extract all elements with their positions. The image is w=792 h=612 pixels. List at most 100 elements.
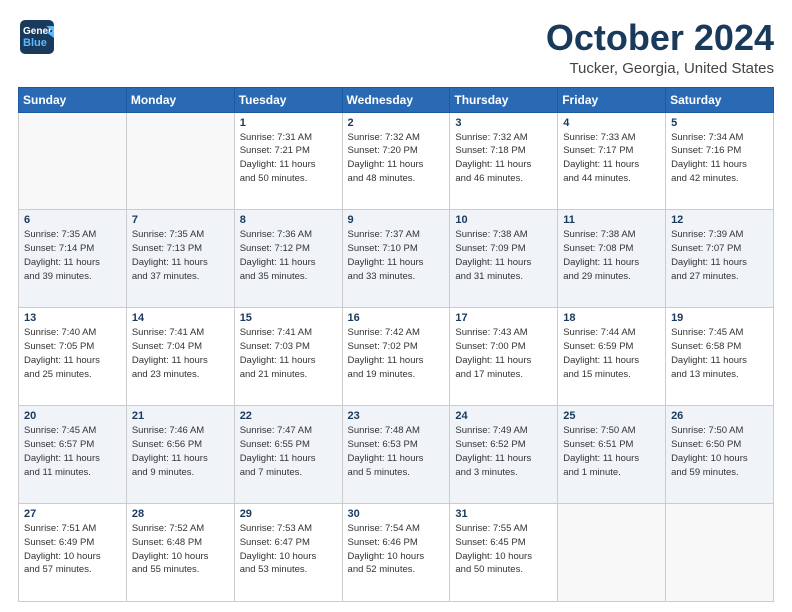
day-info: Sunrise: 7:38 AM Sunset: 7:09 PM Dayligh… — [455, 228, 552, 283]
day-number: 19 — [671, 312, 768, 324]
day-number: 3 — [455, 117, 552, 129]
calendar-cell: 30 Sunrise: 7:54 AM Sunset: 6:46 PM Dayli… — [342, 504, 450, 602]
day-info: Sunrise: 7:41 AM Sunset: 7:04 PM Dayligh… — [132, 326, 229, 381]
location: Tucker, Georgia, United States — [546, 60, 774, 77]
day-info: Sunrise: 7:53 AM Sunset: 6:47 PM Dayligh… — [240, 522, 337, 577]
calendar-table: SundayMondayTuesdayWednesdayThursdayFrid… — [18, 87, 774, 602]
day-number: 22 — [240, 410, 337, 422]
day-number: 12 — [671, 214, 768, 226]
day-info: Sunrise: 7:54 AM Sunset: 6:46 PM Dayligh… — [348, 522, 445, 577]
calendar-cell: 12 Sunrise: 7:39 AM Sunset: 7:07 PM Dayli… — [666, 210, 774, 308]
day-info: Sunrise: 7:45 AM Sunset: 6:58 PM Dayligh… — [671, 326, 768, 381]
calendar-cell: 13 Sunrise: 7:40 AM Sunset: 7:05 PM Dayli… — [19, 308, 127, 406]
calendar-week-row: 1 Sunrise: 7:31 AM Sunset: 7:21 PM Daylig… — [19, 112, 774, 210]
calendar-cell: 5 Sunrise: 7:34 AM Sunset: 7:16 PM Daylig… — [666, 112, 774, 210]
calendar-cell: 25Sunrise: 7:50 AM Sunset: 6:51 PM Dayli… — [558, 406, 666, 504]
calendar-cell — [558, 504, 666, 602]
calendar-cell — [666, 504, 774, 602]
day-number: 24 — [455, 410, 552, 422]
calendar-cell: 31 Sunrise: 7:55 AM Sunset: 6:45 PM Dayli… — [450, 504, 558, 602]
day-number: 4 — [563, 117, 660, 129]
weekday-header-saturday: Saturday — [666, 87, 774, 112]
calendar-cell: 22 Sunrise: 7:47 AM Sunset: 6:55 PM Dayli… — [234, 406, 342, 504]
day-number: 8 — [240, 214, 337, 226]
day-info: Sunrise: 7:43 AM Sunset: 7:00 PM Dayligh… — [455, 326, 552, 381]
page: General Blue October 2024 Tucker, Georgi… — [0, 0, 792, 612]
day-number: 26 — [671, 410, 768, 422]
calendar-week-row: 20 Sunrise: 7:45 AM Sunset: 6:57 PM Dayli… — [19, 406, 774, 504]
calendar-week-row: 13 Sunrise: 7:40 AM Sunset: 7:05 PM Dayli… — [19, 308, 774, 406]
weekday-header-wednesday: Wednesday — [342, 87, 450, 112]
day-info: Sunrise: 7:33 AM Sunset: 7:17 PM Dayligh… — [563, 131, 660, 186]
calendar-cell: 6 Sunrise: 7:35 AM Sunset: 7:14 PM Daylig… — [19, 210, 127, 308]
day-number: 6 — [24, 214, 121, 226]
day-number: 17 — [455, 312, 552, 324]
day-info: Sunrise: 7:49 AM Sunset: 6:52 PM Dayligh… — [455, 424, 552, 479]
day-number: 21 — [132, 410, 229, 422]
calendar-cell: 7 Sunrise: 7:35 AM Sunset: 7:13 PM Daylig… — [126, 210, 234, 308]
calendar-cell: 15Sunrise: 7:41 AM Sunset: 7:03 PM Dayli… — [234, 308, 342, 406]
day-number: 9 — [348, 214, 445, 226]
calendar-cell: 24 Sunrise: 7:49 AM Sunset: 6:52 PM Dayli… — [450, 406, 558, 504]
calendar-cell: 21 Sunrise: 7:46 AM Sunset: 6:56 PM Dayli… — [126, 406, 234, 504]
day-info: Sunrise: 7:52 AM Sunset: 6:48 PM Dayligh… — [132, 522, 229, 577]
day-info: Sunrise: 7:38 AM Sunset: 7:08 PM Dayligh… — [563, 228, 660, 283]
calendar-cell: 19 Sunrise: 7:45 AM Sunset: 6:58 PM Dayli… — [666, 308, 774, 406]
day-info: Sunrise: 7:35 AM Sunset: 7:14 PM Dayligh… — [24, 228, 121, 283]
calendar-cell — [126, 112, 234, 210]
calendar-cell: 16Sunrise: 7:42 AM Sunset: 7:02 PM Dayli… — [342, 308, 450, 406]
calendar-cell: 20 Sunrise: 7:45 AM Sunset: 6:57 PM Dayli… — [19, 406, 127, 504]
day-number: 15 — [240, 312, 337, 324]
day-number: 14 — [132, 312, 229, 324]
day-info: Sunrise: 7:32 AM Sunset: 7:20 PM Dayligh… — [348, 131, 445, 186]
day-number: 28 — [132, 508, 229, 520]
day-number: 31 — [455, 508, 552, 520]
calendar-cell: 10 Sunrise: 7:38 AM Sunset: 7:09 PM Dayli… — [450, 210, 558, 308]
weekday-header-tuesday: Tuesday — [234, 87, 342, 112]
logo: General Blue — [18, 18, 56, 56]
svg-text:Blue: Blue — [23, 37, 47, 49]
calendar-cell: 4 Sunrise: 7:33 AM Sunset: 7:17 PM Daylig… — [558, 112, 666, 210]
day-info: Sunrise: 7:42 AM Sunset: 7:02 PM Dayligh… — [348, 326, 445, 381]
calendar-cell: 1 Sunrise: 7:31 AM Sunset: 7:21 PM Daylig… — [234, 112, 342, 210]
weekday-header-thursday: Thursday — [450, 87, 558, 112]
day-info: Sunrise: 7:39 AM Sunset: 7:07 PM Dayligh… — [671, 228, 768, 283]
day-info: Sunrise: 7:40 AM Sunset: 7:05 PM Dayligh… — [24, 326, 121, 381]
day-number: 29 — [240, 508, 337, 520]
weekday-header-monday: Monday — [126, 87, 234, 112]
day-number: 7 — [132, 214, 229, 226]
day-number: 5 — [671, 117, 768, 129]
weekday-header-friday: Friday — [558, 87, 666, 112]
calendar-cell: 28 Sunrise: 7:52 AM Sunset: 6:48 PM Dayli… — [126, 504, 234, 602]
day-info: Sunrise: 7:47 AM Sunset: 6:55 PM Dayligh… — [240, 424, 337, 479]
day-number: 23 — [348, 410, 445, 422]
day-number: 1 — [240, 117, 337, 129]
header: General Blue October 2024 Tucker, Georgi… — [18, 18, 774, 77]
day-number: 10 — [455, 214, 552, 226]
calendar-cell: 29 Sunrise: 7:53 AM Sunset: 6:47 PM Dayli… — [234, 504, 342, 602]
day-info: Sunrise: 7:55 AM Sunset: 6:45 PM Dayligh… — [455, 522, 552, 577]
day-number: 20 — [24, 410, 121, 422]
day-info: Sunrise: 7:36 AM Sunset: 7:12 PM Dayligh… — [240, 228, 337, 283]
calendar-cell: 8 Sunrise: 7:36 AM Sunset: 7:12 PM Daylig… — [234, 210, 342, 308]
day-info: Sunrise: 7:31 AM Sunset: 7:21 PM Dayligh… — [240, 131, 337, 186]
day-info: Sunrise: 7:34 AM Sunset: 7:16 PM Dayligh… — [671, 131, 768, 186]
day-info: Sunrise: 7:46 AM Sunset: 6:56 PM Dayligh… — [132, 424, 229, 479]
calendar-cell: 27Sunrise: 7:51 AM Sunset: 6:49 PM Dayli… — [19, 504, 127, 602]
weekday-header-sunday: Sunday — [19, 87, 127, 112]
calendar-week-row: 27Sunrise: 7:51 AM Sunset: 6:49 PM Dayli… — [19, 504, 774, 602]
calendar-cell: 18Sunrise: 7:44 AM Sunset: 6:59 PM Dayli… — [558, 308, 666, 406]
calendar-cell: 23Sunrise: 7:48 AM Sunset: 6:53 PM Dayli… — [342, 406, 450, 504]
day-info: Sunrise: 7:35 AM Sunset: 7:13 PM Dayligh… — [132, 228, 229, 283]
day-info: Sunrise: 7:51 AM Sunset: 6:49 PM Dayligh… — [24, 522, 121, 577]
day-number: 11 — [563, 214, 660, 226]
logo-icon: General Blue — [18, 18, 56, 56]
day-info: Sunrise: 7:45 AM Sunset: 6:57 PM Dayligh… — [24, 424, 121, 479]
day-number: 30 — [348, 508, 445, 520]
day-info: Sunrise: 7:37 AM Sunset: 7:10 PM Dayligh… — [348, 228, 445, 283]
day-number: 13 — [24, 312, 121, 324]
calendar-cell: 3 Sunrise: 7:32 AM Sunset: 7:18 PM Daylig… — [450, 112, 558, 210]
day-number: 2 — [348, 117, 445, 129]
day-info: Sunrise: 7:32 AM Sunset: 7:18 PM Dayligh… — [455, 131, 552, 186]
calendar-cell — [19, 112, 127, 210]
